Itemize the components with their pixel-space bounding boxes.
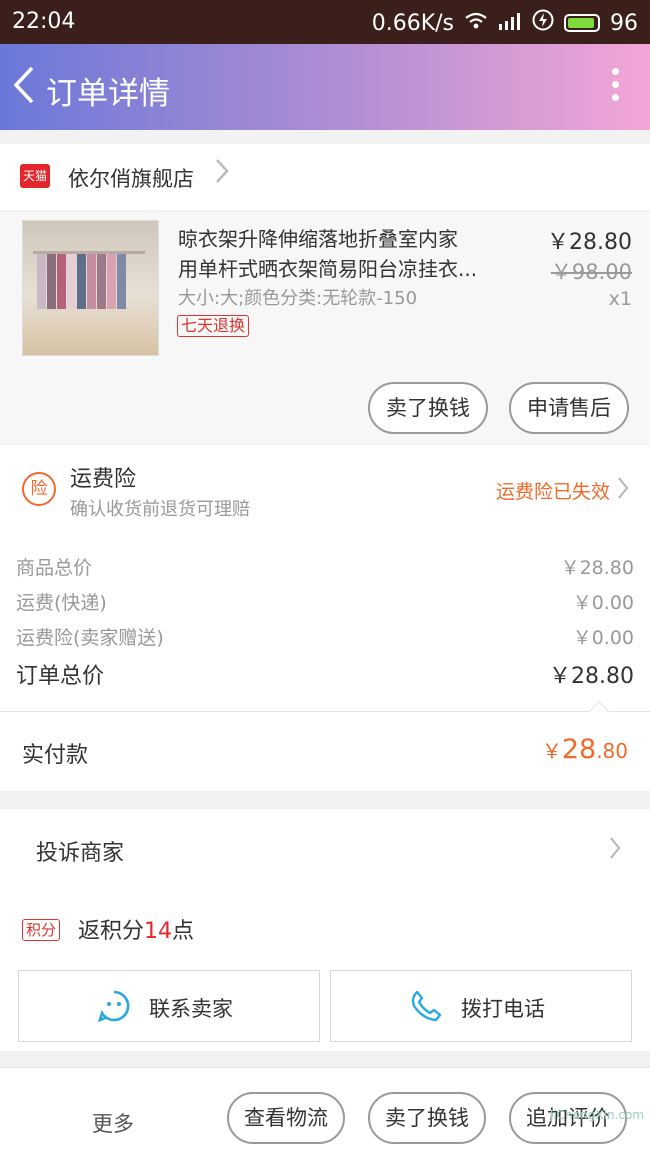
- apply-aftersale-button[interactable]: 申请售后: [509, 382, 629, 434]
- chevron-right-icon: [608, 835, 622, 868]
- wifi-icon: [464, 11, 488, 36]
- back-button[interactable]: [10, 64, 36, 113]
- charging-icon: [532, 9, 554, 37]
- original-price: ￥98.00: [550, 260, 632, 284]
- status-icons: 0.66K/s 96: [372, 9, 638, 37]
- more-button[interactable]: 更多: [92, 1108, 134, 1138]
- view-logistics-button[interactable]: 查看物流: [227, 1092, 345, 1144]
- order-total-row: 订单总价 ￥28.80: [16, 664, 634, 689]
- product-name: 晾衣架升降伸缩落地折叠室内家 用单杆式晒衣架简易阳台凉挂衣...: [178, 227, 478, 281]
- status-bar: 22:04 0.66K/s 96: [0, 0, 650, 44]
- complain-seller-link[interactable]: 投诉商家: [36, 835, 124, 867]
- title-bar: 订单详情: [0, 44, 650, 130]
- tmall-logo-icon: 天猫: [20, 164, 50, 188]
- contact-seller-button[interactable]: 联系卖家: [18, 970, 320, 1042]
- shipping-fee-row: 运费(快递) ￥0.00: [16, 592, 634, 614]
- more-menu-button[interactable]: [612, 68, 620, 107]
- product-spec: 大小:大;颜色分类:无轮款-150: [178, 288, 418, 309]
- insurance-status: 运费险已失效: [495, 481, 610, 503]
- signal-icon: [498, 11, 522, 36]
- shipping-insurance-row[interactable]: 险 运费险 确认收货前退货可理赔 运费险已失效: [0, 445, 650, 533]
- order-item[interactable]: 晾衣架升降伸缩落地折叠室内家 用单杆式晒衣架简易阳台凉挂衣... 大小:大;颜色…: [0, 212, 650, 444]
- chat-icon: [97, 989, 131, 1028]
- watermark: JiChengXin.com: [549, 1108, 644, 1122]
- amount-paid-value: ￥28.80: [541, 734, 628, 765]
- status-time: 22:04: [12, 9, 76, 34]
- call-phone-button[interactable]: 拨打电话: [330, 970, 632, 1042]
- insurance-icon: 险: [22, 472, 56, 506]
- product-quantity: x1: [608, 288, 632, 310]
- seven-day-return-badge: 七天退换: [177, 315, 250, 337]
- phone-icon: [409, 989, 443, 1028]
- cost-summary: 商品总价 ￥28.80 运费(快递) ￥0.00 运费险(卖家赠送) ￥0.00 订单…: [0, 533, 650, 711]
- network-speed: 0.66K/s: [371, 10, 454, 36]
- sell-for-cash-bottom-button[interactable]: 卖了换钱: [368, 1092, 486, 1144]
- sell-for-cash-button[interactable]: 卖了换钱: [368, 382, 488, 434]
- insurance-subtitle: 确认收货前退货可理赔: [70, 499, 250, 520]
- amount-paid-label: 实付款: [22, 743, 89, 768]
- insurance-fee-row: 运费险(卖家赠送) ￥0.00: [16, 627, 634, 649]
- amount-paid-row: 实付款 ￥28.80: [0, 701, 650, 791]
- chevron-right-icon: [616, 475, 630, 508]
- insurance-title: 运费险: [70, 467, 137, 492]
- goods-total-row: 商品总价 ￥28.80: [16, 557, 634, 579]
- actions-section: 投诉商家 积分 返积分14点 联系卖家 拨打电话: [0, 809, 650, 1051]
- product-thumbnail: [22, 220, 159, 356]
- shop-row[interactable]: 天猫 依尔俏旗舰店: [0, 144, 650, 210]
- shop-name: 依尔俏旗舰店: [68, 167, 194, 191]
- points-row: 积分 返积分14点: [22, 913, 194, 945]
- chevron-right-icon: [214, 157, 230, 192]
- chevron-left-icon: [13, 66, 34, 104]
- battery-icon: [564, 14, 600, 32]
- page-title: 订单详情: [46, 76, 170, 112]
- battery-level: 96: [610, 10, 638, 36]
- product-price: ￥28.80: [547, 230, 632, 255]
- points-badge: 积分: [22, 919, 61, 941]
